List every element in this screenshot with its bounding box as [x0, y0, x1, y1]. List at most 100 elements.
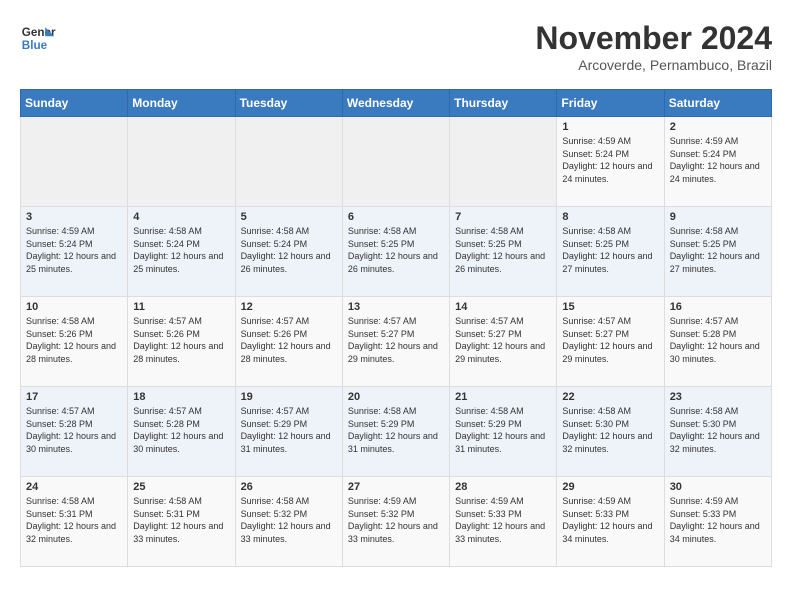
- day-info: Sunrise: 4:58 AM Sunset: 5:24 PM Dayligh…: [133, 225, 229, 275]
- day-number: 9: [670, 211, 766, 223]
- day-number: 17: [26, 391, 122, 403]
- calendar-week-row: 17 Sunrise: 4:57 AM Sunset: 5:28 PM Dayli…: [21, 387, 772, 477]
- weekday-header: Saturday: [664, 90, 771, 117]
- day-info: Sunrise: 4:57 AM Sunset: 5:28 PM Dayligh…: [133, 405, 229, 455]
- day-number: 6: [348, 211, 444, 223]
- svg-text:General: General: [22, 26, 56, 39]
- day-number: 23: [670, 391, 766, 403]
- calendar-cell: 17 Sunrise: 4:57 AM Sunset: 5:28 PM Dayli…: [21, 387, 128, 477]
- calendar-week-row: 24 Sunrise: 4:58 AM Sunset: 5:31 PM Dayli…: [21, 477, 772, 567]
- calendar-cell: 13 Sunrise: 4:57 AM Sunset: 5:27 PM Dayli…: [342, 297, 449, 387]
- day-number: 12: [241, 301, 337, 313]
- calendar-cell: 6 Sunrise: 4:58 AM Sunset: 5:25 PM Daylig…: [342, 207, 449, 297]
- calendar-cell: [128, 117, 235, 207]
- page-header: General Blue November 2024 Arcoverde, Pe…: [20, 20, 772, 73]
- svg-text:Blue: Blue: [22, 39, 48, 52]
- day-info: Sunrise: 4:58 AM Sunset: 5:25 PM Dayligh…: [562, 225, 658, 275]
- location: Arcoverde, Pernambuco, Brazil: [535, 57, 772, 73]
- day-info: Sunrise: 4:58 AM Sunset: 5:30 PM Dayligh…: [562, 405, 658, 455]
- day-info: Sunrise: 4:58 AM Sunset: 5:31 PM Dayligh…: [133, 495, 229, 545]
- day-number: 13: [348, 301, 444, 313]
- day-number: 3: [26, 211, 122, 223]
- calendar-cell: 21Sunrise: 4:58 AM Sunset: 5:29 PM Dayli…: [450, 387, 557, 477]
- calendar-cell: 20 Sunrise: 4:58 AM Sunset: 5:29 PM Dayli…: [342, 387, 449, 477]
- day-info: Sunrise: 4:58 AM Sunset: 5:31 PM Dayligh…: [26, 495, 122, 545]
- logo: General Blue: [20, 20, 56, 56]
- day-number: 10: [26, 301, 122, 313]
- weekday-header: Thursday: [450, 90, 557, 117]
- day-info: Sunrise: 4:58 AM Sunset: 5:25 PM Dayligh…: [670, 225, 766, 275]
- day-number: 24: [26, 481, 122, 493]
- day-info: Sunrise: 4:57 AM Sunset: 5:28 PM Dayligh…: [26, 405, 122, 455]
- calendar-cell: 22 Sunrise: 4:58 AM Sunset: 5:30 PM Dayli…: [557, 387, 664, 477]
- weekday-header: Monday: [128, 90, 235, 117]
- calendar-cell: 25 Sunrise: 4:58 AM Sunset: 5:31 PM Dayli…: [128, 477, 235, 567]
- calendar-table: SundayMondayTuesdayWednesdayThursdayFrid…: [20, 89, 772, 567]
- weekday-header: Tuesday: [235, 90, 342, 117]
- calendar-cell: 19 Sunrise: 4:57 AM Sunset: 5:29 PM Dayli…: [235, 387, 342, 477]
- day-info: Sunrise: 4:57 AM Sunset: 5:26 PM Dayligh…: [241, 315, 337, 365]
- day-number: 2: [670, 121, 766, 133]
- day-info: Sunrise: 4:59 AM Sunset: 5:24 PM Dayligh…: [26, 225, 122, 275]
- calendar-cell: 26 Sunrise: 4:58 AM Sunset: 5:32 PM Dayli…: [235, 477, 342, 567]
- calendar-cell: 7Sunrise: 4:58 AM Sunset: 5:25 PM Daylig…: [450, 207, 557, 297]
- day-info: Sunrise: 4:59 AM Sunset: 5:32 PM Dayligh…: [348, 495, 444, 545]
- day-info: Sunrise: 4:58 AM Sunset: 5:32 PM Dayligh…: [241, 495, 337, 545]
- day-info: Sunrise: 4:57 AM Sunset: 5:27 PM Dayligh…: [348, 315, 444, 365]
- day-info: Sunrise: 4:57 AM Sunset: 5:27 PM Dayligh…: [455, 315, 551, 365]
- calendar-cell: 29 Sunrise: 4:59 AM Sunset: 5:33 PM Dayli…: [557, 477, 664, 567]
- day-number: 11: [133, 301, 229, 313]
- day-info: Sunrise: 4:58 AM Sunset: 5:25 PM Dayligh…: [348, 225, 444, 275]
- calendar-cell: 24 Sunrise: 4:58 AM Sunset: 5:31 PM Dayli…: [21, 477, 128, 567]
- weekday-header-row: SundayMondayTuesdayWednesdayThursdayFrid…: [21, 90, 772, 117]
- calendar-cell: 27 Sunrise: 4:59 AM Sunset: 5:32 PM Dayli…: [342, 477, 449, 567]
- calendar-cell: 18 Sunrise: 4:57 AM Sunset: 5:28 PM Dayli…: [128, 387, 235, 477]
- day-info: Sunrise: 4:57 AM Sunset: 5:28 PM Dayligh…: [670, 315, 766, 365]
- calendar-cell: 1 Sunrise: 4:59 AM Sunset: 5:24 PM Daylig…: [557, 117, 664, 207]
- calendar-cell: 3 Sunrise: 4:59 AM Sunset: 5:24 PM Daylig…: [21, 207, 128, 297]
- calendar-week-row: 1 Sunrise: 4:59 AM Sunset: 5:24 PM Daylig…: [21, 117, 772, 207]
- day-number: 16: [670, 301, 766, 313]
- calendar-cell: 11Sunrise: 4:57 AM Sunset: 5:26 PM Dayli…: [128, 297, 235, 387]
- calendar-cell: 12 Sunrise: 4:57 AM Sunset: 5:26 PM Dayli…: [235, 297, 342, 387]
- month-title: November 2024: [535, 20, 772, 57]
- day-number: 26: [241, 481, 337, 493]
- calendar-cell: [21, 117, 128, 207]
- day-info: Sunrise: 4:59 AM Sunset: 5:33 PM Dayligh…: [562, 495, 658, 545]
- day-number: 7: [455, 211, 551, 223]
- weekday-header: Wednesday: [342, 90, 449, 117]
- day-number: 19: [241, 391, 337, 403]
- calendar-cell: [450, 117, 557, 207]
- calendar-cell: [235, 117, 342, 207]
- day-info: Sunrise: 4:59 AM Sunset: 5:24 PM Dayligh…: [562, 135, 658, 185]
- day-number: 5: [241, 211, 337, 223]
- day-info: Sunrise: 4:59 AM Sunset: 5:24 PM Dayligh…: [670, 135, 766, 185]
- logo-icon: General Blue: [20, 20, 56, 56]
- calendar-cell: 9 Sunrise: 4:58 AM Sunset: 5:25 PM Daylig…: [664, 207, 771, 297]
- day-number: 15: [562, 301, 658, 313]
- day-info: Sunrise: 4:58 AM Sunset: 5:29 PM Dayligh…: [348, 405, 444, 455]
- day-number: 29: [562, 481, 658, 493]
- day-info: Sunrise: 4:57 AM Sunset: 5:27 PM Dayligh…: [562, 315, 658, 365]
- calendar-cell: 16 Sunrise: 4:57 AM Sunset: 5:28 PM Dayli…: [664, 297, 771, 387]
- day-number: 4: [133, 211, 229, 223]
- weekday-header: Friday: [557, 90, 664, 117]
- calendar-cell: [342, 117, 449, 207]
- day-number: 18: [133, 391, 229, 403]
- calendar-cell: 2 Sunrise: 4:59 AM Sunset: 5:24 PM Daylig…: [664, 117, 771, 207]
- calendar-week-row: 3 Sunrise: 4:59 AM Sunset: 5:24 PM Daylig…: [21, 207, 772, 297]
- day-number: 27: [348, 481, 444, 493]
- day-info: Sunrise: 4:57 AM Sunset: 5:29 PM Dayligh…: [241, 405, 337, 455]
- calendar-week-row: 10Sunrise: 4:58 AM Sunset: 5:26 PM Dayli…: [21, 297, 772, 387]
- calendar-cell: 23Sunrise: 4:58 AM Sunset: 5:30 PM Dayli…: [664, 387, 771, 477]
- calendar-cell: 14Sunrise: 4:57 AM Sunset: 5:27 PM Dayli…: [450, 297, 557, 387]
- day-number: 1: [562, 121, 658, 133]
- calendar-cell: 5Sunrise: 4:58 AM Sunset: 5:24 PM Daylig…: [235, 207, 342, 297]
- day-info: Sunrise: 4:59 AM Sunset: 5:33 PM Dayligh…: [670, 495, 766, 545]
- calendar-cell: 4 Sunrise: 4:58 AM Sunset: 5:24 PM Daylig…: [128, 207, 235, 297]
- day-number: 20: [348, 391, 444, 403]
- calendar-cell: 8Sunrise: 4:58 AM Sunset: 5:25 PM Daylig…: [557, 207, 664, 297]
- weekday-header: Sunday: [21, 90, 128, 117]
- day-number: 22: [562, 391, 658, 403]
- day-number: 25: [133, 481, 229, 493]
